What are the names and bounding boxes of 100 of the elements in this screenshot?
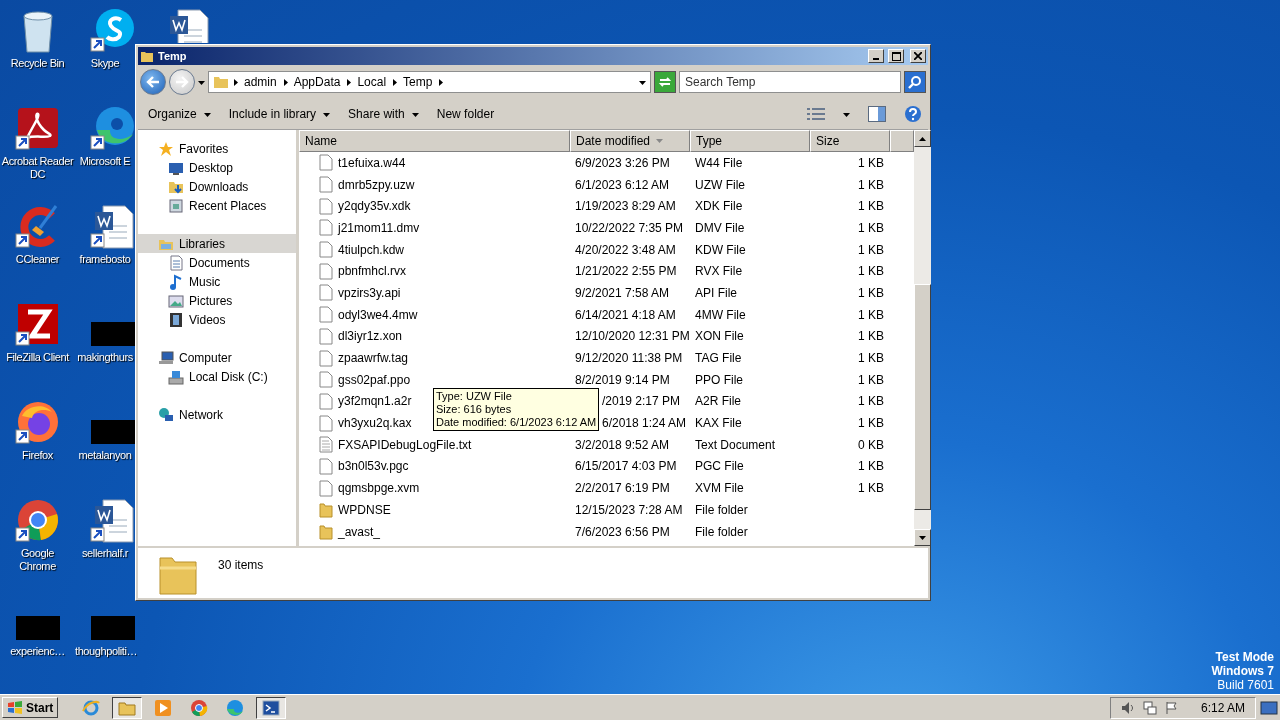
date-modified: 6/1/2023 6:12 AM — [575, 177, 670, 192]
toolbar-button[interactable]: Share with — [348, 107, 419, 121]
nav-item[interactable]: Network — [138, 405, 296, 424]
file-name: 4tiulpch.kdw — [338, 242, 405, 257]
file-type: XVM File — [695, 481, 744, 496]
file-size: 0 KB — [858, 437, 884, 452]
help-icon[interactable] — [904, 105, 922, 123]
column-header[interactable]: Type — [690, 130, 810, 152]
breadcrumb[interactable]: Temp — [401, 75, 435, 89]
os-notice-text: Test Mode — [1215, 650, 1274, 664]
taskbar-button[interactable] — [256, 696, 287, 719]
date-modified: 6/2018 1:24 AM — [602, 416, 687, 431]
speaker-icon[interactable] — [1120, 700, 1135, 715]
tooltip-line: Size: 616 bytes — [436, 403, 513, 416]
forward-button[interactable] — [169, 69, 195, 95]
back-button[interactable] — [140, 69, 166, 95]
search-field[interactable]: Search Temp — [679, 71, 901, 93]
file-icon — [319, 414, 333, 432]
item-count: 30 items — [218, 558, 264, 572]
scroll-down-button[interactable] — [914, 529, 931, 546]
word-document-icon[interactable] — [88, 496, 137, 544]
file-size: 1 KB — [858, 242, 884, 257]
show-desktop-icon[interactable] — [1260, 699, 1278, 716]
nav-item[interactable]: Desktop — [138, 158, 296, 177]
redacted-block[interactable] — [90, 616, 135, 640]
edge-icon[interactable] — [88, 104, 137, 152]
redacted-block[interactable] — [90, 322, 135, 346]
down-arrow-icon — [919, 535, 926, 540]
toolbar-button[interactable]: Include in library — [228, 107, 331, 121]
nav-item[interactable]: Pictures — [138, 291, 296, 310]
date-modified: 6/15/2017 4:03 PM — [575, 459, 677, 474]
close-button[interactable] — [910, 49, 926, 63]
start-button[interactable]: Start — [2, 697, 59, 718]
flag-icon[interactable] — [1164, 700, 1179, 715]
date-modified: 4/20/2022 3:48 AM — [575, 242, 676, 257]
file-name: _avast_ — [338, 524, 381, 539]
network-icon — [158, 406, 174, 423]
file-name: vh3yxu2q.kax — [338, 416, 412, 431]
folder-icon — [319, 501, 333, 519]
maximize-button[interactable] — [888, 49, 904, 63]
file-size: 1 KB — [858, 199, 884, 214]
toolbar-button[interactable]: New folder — [436, 107, 495, 121]
file-type: XON File — [695, 329, 744, 344]
file-name: dmrb5zpy.uzw — [338, 177, 415, 192]
date-modified: 9/2/2021 7:58 AM — [575, 285, 670, 300]
file-size: 1 KB — [858, 155, 884, 170]
column-header[interactable]: Date modified — [570, 130, 690, 152]
date-modified: 12/10/2020 12:31 PM — [575, 329, 690, 344]
scrollbar[interactable] — [914, 130, 931, 546]
toolbar-button[interactable]: Organize — [148, 107, 211, 121]
search-button[interactable] — [904, 71, 926, 93]
forward-arrow-icon — [175, 76, 189, 88]
file-name: zpaawrfw.tag — [338, 351, 409, 366]
recent-places-icon — [168, 197, 184, 214]
film-icon — [168, 311, 184, 328]
column-header[interactable]: Name — [299, 130, 570, 152]
redacted-block[interactable] — [15, 616, 60, 640]
nav-item[interactable]: Recent Places — [138, 196, 296, 215]
file-type: KDW File — [695, 242, 746, 257]
nav-item[interactable]: Music — [138, 272, 296, 291]
nav-item[interactable]: Local Disk (C:) — [138, 367, 296, 386]
file-icon — [319, 479, 333, 497]
scroll-thumb[interactable] — [914, 284, 931, 510]
nav-item[interactable]: Downloads — [138, 177, 296, 196]
folder-icon — [140, 49, 154, 63]
file-type: File folder — [695, 524, 748, 539]
breadcrumb[interactable]: AppData — [291, 75, 343, 89]
clock[interactable]: 6:12 AM — [1200, 700, 1245, 715]
caret-icon — [281, 78, 289, 86]
breadcrumb[interactable]: admin — [242, 75, 279, 89]
close-icon — [914, 52, 922, 60]
scroll-up-button[interactable] — [914, 130, 931, 147]
column-header[interactable]: Size — [810, 130, 890, 152]
file-name: vpzirs3y.api — [338, 285, 401, 300]
nav-item[interactable]: Favorites — [138, 139, 296, 158]
os-notice-text: Build 7601 — [1217, 678, 1274, 692]
minimize-button[interactable] — [868, 49, 884, 63]
breadcrumb[interactable]: Local — [355, 75, 389, 89]
file-icon — [319, 176, 333, 194]
nav-item[interactable]: Computer — [138, 348, 296, 367]
chrome-icon — [190, 698, 209, 717]
preview-pane-icon[interactable] — [868, 106, 886, 122]
document-icon — [168, 254, 184, 271]
file-icon — [319, 457, 333, 475]
up-arrow-icon — [919, 136, 926, 141]
skype-icon[interactable] — [88, 6, 137, 54]
redacted-block[interactable] — [90, 420, 135, 444]
nav-item[interactable]: Documents — [138, 253, 296, 272]
nav-item[interactable]: Videos — [138, 310, 296, 329]
view-list-icon[interactable] — [807, 107, 825, 121]
nav-item[interactable]: Libraries — [138, 234, 296, 253]
folder-icon — [319, 523, 333, 541]
file-type: PPO File — [695, 372, 743, 387]
computer-icon — [158, 349, 174, 366]
taskbar-button[interactable] — [112, 696, 143, 719]
network-icon[interactable] — [1142, 700, 1157, 715]
word-document-icon[interactable] — [88, 202, 137, 250]
address-bar[interactable]: admin AppData Local Temp — [208, 71, 651, 93]
refresh-button[interactable] — [654, 71, 676, 93]
file-size: 1 KB — [858, 459, 884, 474]
